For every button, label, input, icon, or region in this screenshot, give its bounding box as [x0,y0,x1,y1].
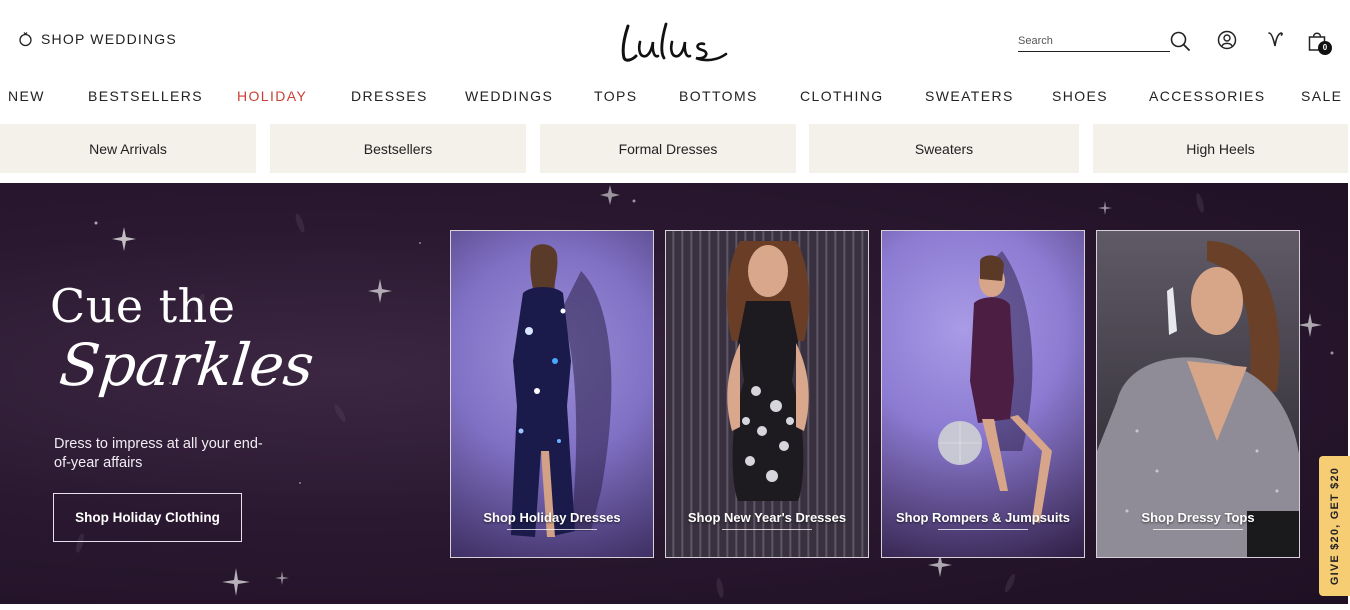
quick-link-new-arrivals[interactable]: New Arrivals [0,124,256,173]
referral-side-tab[interactable]: GIVE $20, GET $20 [1319,456,1350,596]
quick-link-formal-dresses[interactable]: Formal Dresses [540,124,796,173]
referral-side-tab-label: GIVE $20, GET $20 [1328,466,1341,586]
model-image-dressy-tops [1097,241,1299,557]
nav-item-dresses[interactable]: DRESSES [351,88,428,104]
card-underline [1153,529,1243,530]
nav-item-weddings[interactable]: WEDDINGS [465,88,553,104]
card-label-rompers-jumpsuits: Shop Rompers & Jumpsuits [895,510,1071,525]
card-underline [722,529,812,530]
category-card-rompers-jumpsuits[interactable]: Shop Rompers & Jumpsuits [881,230,1085,558]
nav-item-tops[interactable]: TOPS [594,88,637,104]
nav-item-new[interactable]: NEW [8,88,45,104]
nav-item-clothing[interactable]: CLOTHING [800,88,884,104]
quick-link-sweaters[interactable]: Sweaters [809,124,1079,173]
card-underline [507,529,597,530]
wishlist-icon[interactable] [1264,29,1286,51]
category-card-new-years-dresses[interactable]: Shop New Year's Dresses [665,230,869,558]
model-image-holiday-dresses [511,244,612,537]
model-image-new-years-dresses [726,241,810,501]
nav-item-sweaters[interactable]: SWEATERS [925,88,1014,104]
category-card-holiday-dresses[interactable]: Shop Holiday Dresses [450,230,654,558]
hero-banner: Cue the Sparkles Dress to impress at all… [0,183,1348,604]
nav-item-bottoms[interactable]: BOTTOMS [679,88,758,104]
main-navigation: NEW BESTSELLERS HOLIDAY DRESSES WEDDINGS… [0,80,1350,112]
lulus-logo[interactable] [618,18,730,66]
category-card-dressy-tops[interactable]: Shop Dressy Tops [1096,230,1300,558]
hero-title-line1: Cue the [50,279,236,333]
ring-icon [19,32,32,47]
card-underline [938,529,1028,530]
shop-holiday-clothing-button[interactable]: Shop Holiday Clothing [53,493,242,542]
nav-item-sale[interactable]: SALE [1301,88,1342,104]
search-input[interactable] [1018,30,1166,47]
nav-item-shoes[interactable]: SHOES [1052,88,1108,104]
nav-item-bestsellers[interactable]: BESTSELLERS [88,88,203,104]
card-label-dressy-tops: Shop Dressy Tops [1141,510,1255,525]
hero-subtitle: Dress to impress at all your end-of-year… [54,436,263,471]
shop-weddings-link[interactable]: SHOP WEDDINGS [18,30,177,47]
cart-count-badge: 0 [1318,41,1332,55]
account-icon[interactable] [1216,29,1238,51]
quick-link-bestsellers[interactable]: Bestsellers [270,124,526,173]
model-image-rompers-jumpsuits [938,251,1052,523]
search-icon[interactable] [1169,30,1191,52]
search-field[interactable] [1018,30,1170,52]
shop-weddings-label: SHOP WEDDINGS [41,30,177,47]
site-header: SHOP WEDDINGS 0 [0,0,1350,78]
nav-item-holiday[interactable]: HOLIDAY [237,88,307,104]
card-label-holiday-dresses: Shop Holiday Dresses [483,510,621,525]
card-label-new-years-dresses: Shop New Year's Dresses [687,510,847,525]
quick-link-high-heels[interactable]: High Heels [1093,124,1348,173]
hero-title-line2: Sparkles [56,331,317,399]
nav-item-accessories[interactable]: ACCESSORIES [1149,88,1266,104]
